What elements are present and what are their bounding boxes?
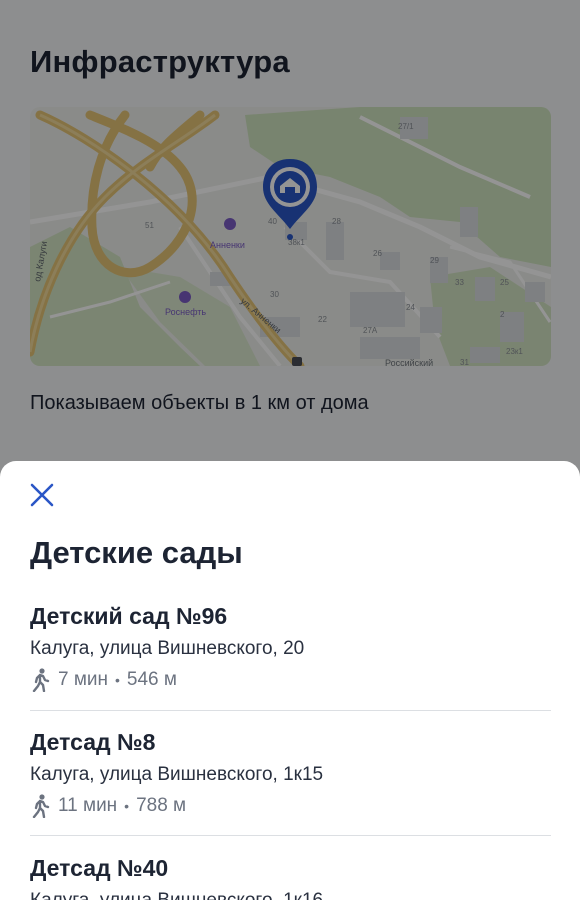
kindergarten-name: Детский сад №96 — [30, 603, 228, 629]
kindergarten-address: Калуга, улица Вишневского, 1к15 — [30, 764, 324, 785]
list-item[interactable]: Детсад №8 Калуга, улица Вишневского, 1к1… — [30, 727, 551, 818]
divider — [30, 835, 551, 836]
list-item[interactable]: Детсад №40 Калуга, улица Вишневского, 1к… — [30, 853, 551, 900]
walk-info: 7 мин • 546 м — [30, 668, 551, 692]
sheet-title: Детские сады — [30, 535, 243, 570]
close-icon — [30, 483, 54, 507]
kindergarten-name: Детсад №40 — [30, 855, 169, 881]
list-item[interactable]: Детский сад №96 Калуга, улица Вишневског… — [30, 601, 551, 692]
divider — [30, 710, 551, 711]
close-button[interactable] — [26, 479, 58, 511]
kindergarten-address: Калуга, улица Вишневского, 20 — [30, 638, 305, 659]
kindergarten-address: Калуга, улица Вишневского, 1к16 — [30, 889, 551, 900]
kindergartens-bottom-sheet: Детские сады Детский сад №96 Калуга, ули… — [0, 461, 580, 900]
walk-time: 7 мин — [58, 669, 109, 690]
walk-info: 11 мин • 788 м — [30, 794, 551, 818]
kindergarten-name: Детсад №8 — [30, 729, 156, 755]
walk-distance: 788 м — [136, 795, 187, 816]
walk-time: 11 мин — [58, 795, 118, 816]
walk-distance: 546 м — [126, 669, 177, 690]
walking-person-icon — [32, 794, 50, 818]
separator-dot: • — [124, 798, 130, 814]
separator-dot: • — [115, 672, 120, 688]
walking-person-icon — [32, 668, 50, 692]
